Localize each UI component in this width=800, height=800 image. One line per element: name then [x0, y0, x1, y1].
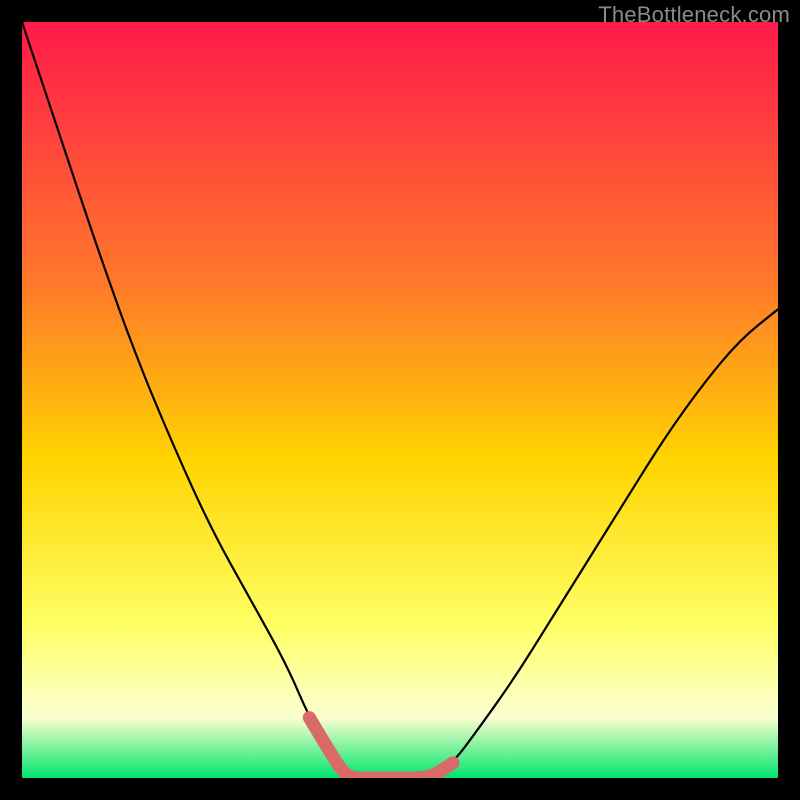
- gradient-background: [22, 22, 778, 778]
- bottleneck-chart: [22, 22, 778, 778]
- watermark-text: TheBottleneck.com: [598, 2, 790, 28]
- chart-frame: [22, 22, 778, 778]
